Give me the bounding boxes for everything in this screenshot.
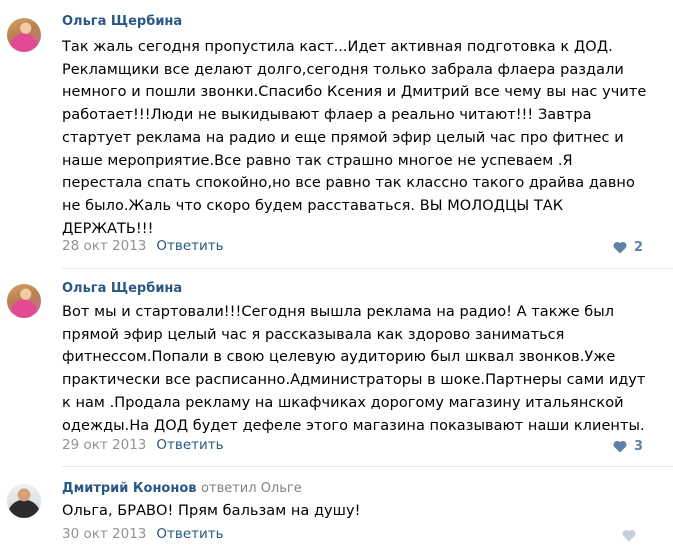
reply-link[interactable]: Ответить [156,437,223,453]
comment-text: Так жаль сегодня пропустила каст...Идет … [62,39,647,237]
comment-author[interactable]: Ольга Щербина [62,14,182,29]
comment-text: Вот мы и стартовали!!!Сегодня вышла рекл… [62,304,646,434]
like-count: 3 [633,439,643,454]
like-button[interactable] [622,529,643,542]
comment-author[interactable]: Ольга Щербина [62,281,182,296]
reply-link[interactable]: Ответить [156,238,223,254]
avatar[interactable] [7,484,41,518]
heart-icon [613,440,627,453]
reply-link[interactable]: Ответить [156,526,223,542]
like-count: 2 [633,240,643,255]
comment-meta: 30 окт 2013 Ответить [62,526,224,542]
comment-meta: 29 окт 2013 Ответить [62,437,224,453]
heart-icon [613,241,627,254]
comment-author: Дмитрий Кононов ответил Ольге [62,481,302,496]
divider [62,268,673,269]
comment-date[interactable]: 29 окт 2013 [62,437,146,453]
comment-text: Ольга, БРАВО! Прям бальзам на душу! [62,503,361,519]
heart-icon [622,529,636,542]
replied-to[interactable]: ответил Ольге [201,481,302,496]
like-button[interactable]: 3 [613,439,643,454]
comment-date[interactable]: 30 окт 2013 [62,526,146,542]
like-button[interactable]: 2 [613,240,643,255]
avatar[interactable] [7,18,41,52]
comment-meta: 28 окт 2013 Ответить [62,238,224,254]
avatar[interactable] [7,284,41,318]
comment-author-name[interactable]: Дмитрий Кононов [62,481,197,496]
divider [62,466,673,467]
comment-date[interactable]: 28 окт 2013 [62,238,146,254]
